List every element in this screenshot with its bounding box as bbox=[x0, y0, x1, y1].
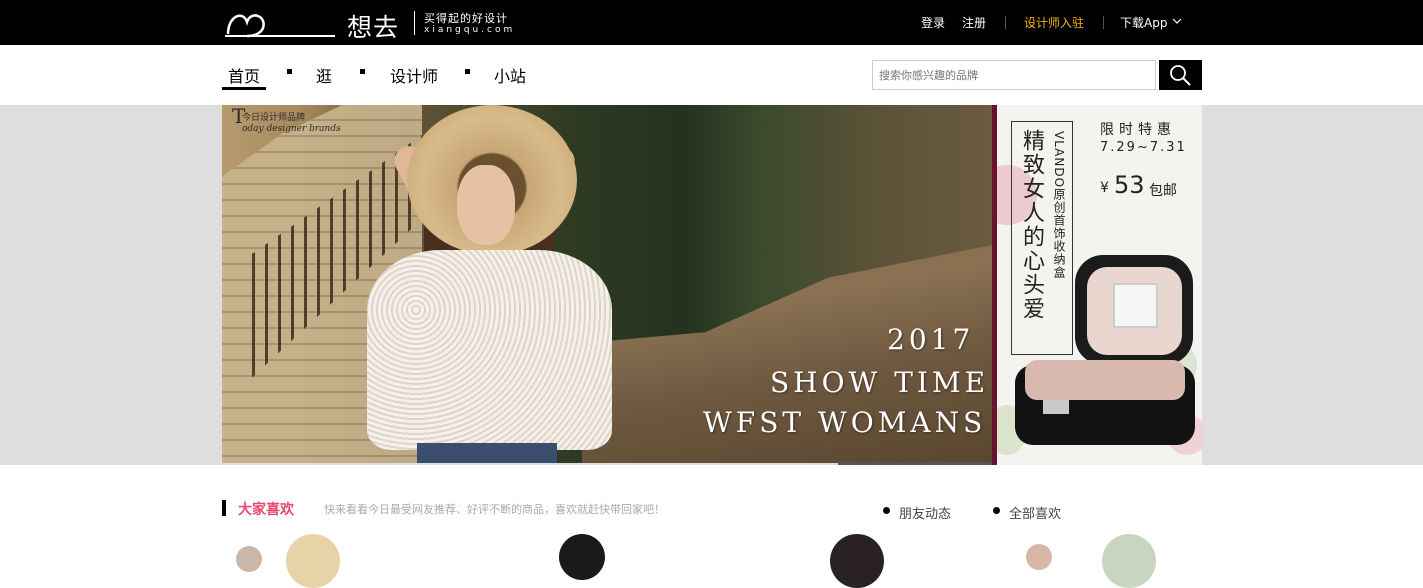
model-face bbox=[457, 165, 515, 245]
promo-currency: ¥ bbox=[1100, 180, 1109, 196]
user-avatar[interactable] bbox=[236, 546, 262, 572]
nav-separator bbox=[287, 69, 292, 74]
section-title: 大家喜欢 bbox=[238, 502, 294, 518]
product-thumbnail[interactable] bbox=[1102, 534, 1156, 588]
nav-active-indicator bbox=[222, 87, 266, 90]
section-marker bbox=[222, 500, 226, 516]
side-promo-banner[interactable]: 精致女人的心头爱 VLANDO原创首饰收纳盒 限时特惠 7.29~7.31 ¥ … bbox=[992, 105, 1202, 465]
model-jeans bbox=[417, 443, 557, 463]
tab-friend-activity[interactable]: 朋友动态 bbox=[899, 503, 951, 522]
download-app-label: 下载App bbox=[1120, 16, 1168, 30]
chevron-down-icon bbox=[1172, 18, 1182, 24]
jewelry-box-image bbox=[1015, 255, 1200, 445]
search-input[interactable] bbox=[872, 60, 1156, 90]
nav-item-designers[interactable]: 设计师 bbox=[390, 63, 438, 87]
promo-free-shipping: 包邮 bbox=[1149, 183, 1177, 199]
banner-tag-line2: oday designer brands bbox=[242, 124, 341, 134]
top-links: 登录 注册 设计师入驻 下载App bbox=[0, 14, 1423, 32]
banner-title-line2: SHOW TIME bbox=[770, 366, 990, 399]
promo-dates: 7.29~7.31 bbox=[1100, 140, 1187, 155]
designer-join-link[interactable]: 设计师入驻 bbox=[1024, 14, 1084, 31]
nav-item-stations[interactable]: 小站 bbox=[494, 63, 526, 87]
search-icon bbox=[1170, 65, 1191, 86]
nav-separator bbox=[465, 69, 470, 74]
top-bar: 想去 买得起的好设计 xiangqu.com 登录 注册 设计师入驻 下载App bbox=[0, 0, 1423, 45]
user-avatar[interactable] bbox=[559, 534, 605, 580]
login-link[interactable]: 登录 bbox=[921, 14, 945, 31]
jewelry-box-mirror bbox=[1113, 283, 1158, 328]
tab-all-favorites[interactable]: 全部喜欢 bbox=[1009, 503, 1061, 522]
nav-item-browse[interactable]: 逛 bbox=[316, 63, 332, 87]
banner-model-image bbox=[362, 105, 702, 463]
product-thumbnail[interactable] bbox=[286, 534, 340, 588]
banner-title-year: 2017 bbox=[887, 323, 975, 356]
user-avatar[interactable] bbox=[830, 534, 884, 588]
jewelry-box-lock bbox=[1043, 400, 1069, 414]
tab-bullet bbox=[883, 507, 890, 514]
search-button[interactable] bbox=[1159, 60, 1202, 90]
jewelry-box-tray bbox=[1025, 360, 1185, 400]
promo-title: 限时特惠 bbox=[1100, 122, 1176, 138]
model-blouse bbox=[367, 250, 612, 450]
tab-bullet bbox=[993, 507, 1000, 514]
register-link[interactable]: 注册 bbox=[962, 14, 986, 31]
user-avatar[interactable] bbox=[1026, 544, 1052, 570]
main-nav: 首页 逛 设计师 小站 bbox=[0, 45, 1423, 105]
top-divider bbox=[1005, 16, 1006, 29]
download-app-link[interactable]: 下载App bbox=[1120, 14, 1182, 31]
banner-title-line3: WFST WOMANS bbox=[703, 406, 987, 439]
nav-item-home[interactable]: 首页 bbox=[228, 63, 260, 87]
nav-separator bbox=[360, 69, 365, 74]
section-description: 快来看看今日最受网友推荐、好评不断的商品，喜欢就赶快带回家吧！ bbox=[324, 503, 665, 516]
top-divider bbox=[1103, 16, 1104, 29]
banner-progress-bar bbox=[838, 462, 992, 465]
promo-price: 53 bbox=[1114, 171, 1145, 199]
banner-tag-line1: 今日设计师品牌 bbox=[242, 113, 306, 123]
